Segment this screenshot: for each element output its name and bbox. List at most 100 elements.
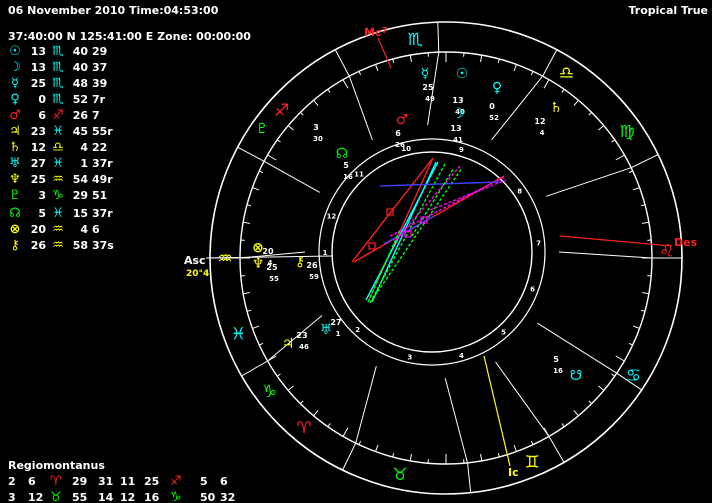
degree-tick <box>543 79 550 89</box>
house-number: 2 <box>355 326 360 334</box>
planet-glyph-icon: ☿ <box>421 66 430 82</box>
house-cusps <box>210 22 682 493</box>
house-numbers: 123 456789101112 <box>323 145 542 361</box>
degree-tick <box>640 204 646 207</box>
planet-minute-label: 41 <box>453 136 463 144</box>
planet-minute-label: 55 <box>269 275 279 283</box>
house-number: 12 <box>327 212 337 220</box>
degree-tick <box>611 139 616 143</box>
mc-label: Mc <box>364 26 381 39</box>
degree-tick <box>497 58 500 64</box>
degree-tick <box>409 453 412 461</box>
des-label: Des <box>674 236 698 249</box>
degree-tick <box>287 385 294 391</box>
degree-tick <box>588 111 593 116</box>
planet-degree-label: 3 <box>313 123 319 132</box>
degree-tick <box>259 342 264 346</box>
aspect-line <box>371 167 463 301</box>
planet-minute-label: 16 <box>343 173 353 181</box>
planet-degree-label: 13 <box>450 124 461 133</box>
zodiac-sign-icon: ♉ <box>392 465 407 485</box>
degree-tick <box>276 139 281 143</box>
planet-glyph-icon: ♇ <box>256 121 269 137</box>
house-number: 6 <box>530 286 535 294</box>
degree-tick <box>358 71 362 76</box>
zodiac-sign-icon: ♒ <box>217 249 232 269</box>
degree-tick <box>615 355 625 362</box>
planet-glyph-icon: ♄ <box>550 100 563 116</box>
house-cusp-line <box>444 378 469 463</box>
planet-degree-label: 5 <box>553 355 559 364</box>
planet-degree-label: 12 <box>534 117 545 126</box>
planet-degree-label: 25 <box>422 83 434 92</box>
degree-tick <box>641 292 649 295</box>
degree-tick <box>342 427 349 437</box>
degree-tick <box>628 342 633 346</box>
degree-tick <box>392 58 395 64</box>
degree-tick <box>375 444 379 452</box>
astro-chart-window: 06 November 2010 Time:04:53:00 37:40:00 … <box>0 0 712 503</box>
zodiac-rings <box>209 21 683 495</box>
planet-degree-label: 27 <box>330 318 341 327</box>
house-number: 3 <box>407 354 412 362</box>
degree-tick <box>392 452 395 458</box>
degree-tick <box>276 373 281 377</box>
degree-tick <box>530 71 534 76</box>
aspect-line <box>369 161 447 304</box>
degree-tick <box>640 309 646 312</box>
zodiac-sign-icon: ♓ <box>231 325 246 345</box>
degree-tick <box>358 440 362 445</box>
degree-tick <box>342 79 349 89</box>
degree-tick <box>327 88 331 93</box>
planet-glyph-icon: ♃ <box>282 336 295 352</box>
degree-tick <box>299 111 304 116</box>
zodiac-boundary-line <box>548 436 565 463</box>
sign-glyphs: ♒ ♑ ♐ ♏ ♎ ♍ ♌ ♋ ♊ ♉ ♈ ♓ <box>217 30 674 485</box>
aspect-lines <box>351 157 507 304</box>
degree-tick <box>313 99 319 106</box>
degree-tick <box>641 221 649 224</box>
zodiac-sign-icon: ♍ <box>619 122 634 142</box>
ic-axis-line <box>483 355 511 467</box>
zodiac-sign-icon: ♌ <box>659 241 674 261</box>
planet-minute-label: 4 <box>540 129 545 137</box>
house-cusp-line <box>267 315 323 362</box>
zodiac-boundary-line <box>237 146 265 162</box>
house-number: 9 <box>459 146 464 154</box>
degree-tick <box>573 410 579 417</box>
mc-degree-label: 7 <box>382 26 388 35</box>
planet-minute-label: 52 <box>489 114 499 122</box>
degree-tick <box>409 55 412 63</box>
planet-glyph-icon: ☋ <box>570 368 582 384</box>
house-number: 4 <box>459 352 464 360</box>
degree-tick <box>561 88 565 93</box>
planet-minute-label: 46 <box>299 343 309 351</box>
degree-tick <box>480 55 483 63</box>
planet-minute-label: 49 <box>425 95 435 103</box>
degree-tick <box>480 453 483 461</box>
degree-tick <box>267 154 277 161</box>
zodiac-sign-icon: ♈ <box>296 418 311 438</box>
outer-ring <box>209 21 683 495</box>
degree-tick <box>497 452 500 458</box>
zodiac-sign-icon: ♋ <box>626 366 641 386</box>
zodiac-sign-icon: ♐ <box>274 101 289 121</box>
planet-minute-label: 30 <box>313 135 323 143</box>
house-cusp-line <box>355 366 377 444</box>
degree-tick <box>561 423 565 428</box>
planet-degree-label: 26 <box>306 261 318 270</box>
planet-glyph-icon: ♆ <box>252 256 265 272</box>
asc-degree-label: 20°4 <box>186 269 209 279</box>
zodiac-sign-icon: ♏ <box>408 30 423 50</box>
degree-tick <box>632 187 640 191</box>
planet-glyph-icon: ☉ <box>456 66 469 82</box>
planet-degree-label: 0 <box>489 102 495 111</box>
planet-glyph-icon: ☽ <box>452 106 465 122</box>
degree-tick <box>615 154 625 161</box>
degree-tick <box>246 309 252 312</box>
planet-glyph-icon: ☊ <box>336 146 348 162</box>
degree-tick <box>287 125 294 131</box>
house-cusp-line <box>558 251 653 259</box>
degree-tick <box>632 325 640 329</box>
degree-tick <box>598 125 605 131</box>
